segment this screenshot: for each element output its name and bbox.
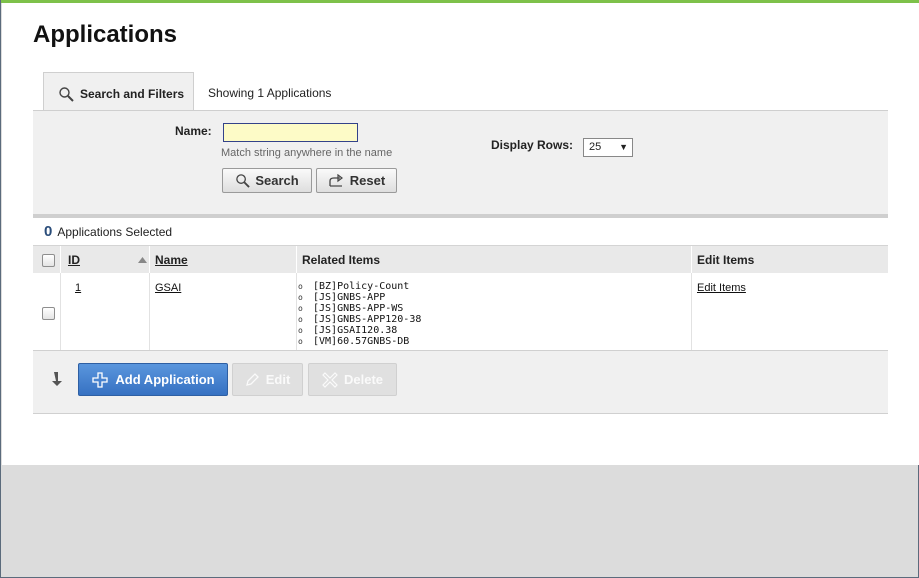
delete-button[interactable]: Delete — [308, 363, 397, 396]
edit-button[interactable]: Edit — [232, 363, 303, 396]
down-arrow-icon — [52, 372, 62, 386]
pencil-icon — [245, 373, 259, 386]
magnifier-icon — [59, 86, 74, 102]
page-title: Applications — [33, 21, 178, 48]
column-header-edit: Edit Items — [697, 253, 755, 267]
display-rows-label: Display Rows: — [491, 138, 574, 152]
selected-count: 0 — [44, 223, 53, 240]
add-application-button[interactable]: Add Application — [78, 363, 228, 396]
row-name-link[interactable]: GSAI — [155, 282, 181, 294]
related-items-list: [BZ]Policy-Count [JS]GNBS-APP [JS]GNBS-A… — [298, 281, 421, 347]
select-all-checkbox[interactable] — [42, 254, 55, 267]
related-item: [JS]GNBS-APP — [298, 292, 421, 303]
column-header-name[interactable]: Name — [155, 246, 188, 274]
row-checkbox[interactable] — [42, 307, 55, 320]
column-divider — [296, 273, 297, 350]
column-divider — [296, 246, 297, 274]
table-header: ID Name Related Items Edit Items — [33, 245, 888, 274]
x-icon — [322, 371, 338, 388]
column-divider — [60, 273, 61, 350]
column-divider — [149, 273, 150, 350]
column-divider — [691, 273, 692, 350]
related-item: [JS]GNBS-APP-WS — [298, 303, 421, 314]
edit-button-label: Edit — [265, 372, 291, 387]
reset-arrow-icon — [329, 173, 343, 187]
tab-search-filters[interactable]: Search and Filters — [43, 72, 194, 114]
column-divider — [60, 246, 61, 274]
search-button-label: Search — [255, 173, 299, 188]
column-header-related: Related Items — [302, 253, 381, 267]
reset-button[interactable]: Reset — [316, 168, 397, 193]
edit-items-link[interactable]: Edit Items — [697, 282, 746, 294]
related-item: [VM]60.57GNBS-DB — [298, 336, 421, 347]
reset-button-label: Reset — [349, 173, 386, 188]
table-row: 1 GSAI [BZ]Policy-Count [JS]GNBS-APP [JS… — [33, 273, 888, 350]
results-count: Showing 1 Applications — [208, 86, 332, 100]
window-frame: Applications Search and Filters Showing … — [0, 0, 919, 578]
related-item: [JS]GNBS-APP120-38 — [298, 314, 421, 325]
related-item: [BZ]Policy-Count — [298, 281, 421, 292]
search-button[interactable]: Search — [222, 168, 312, 193]
name-input[interactable] — [223, 123, 358, 142]
action-bar: Add Application Edit Delete — [33, 350, 888, 414]
selection-summary: 0 Applications Selected — [44, 223, 172, 240]
row-id-link[interactable]: 1 — [75, 282, 81, 294]
related-item: [JS]GSAI120.38 — [298, 325, 421, 336]
add-application-label: Add Application — [115, 372, 215, 387]
display-rows-select[interactable]: 25 ▼ — [583, 138, 633, 157]
name-label: Name: — [175, 124, 212, 138]
column-header-id[interactable]: ID — [68, 246, 80, 274]
selected-label: Applications Selected — [57, 225, 173, 239]
column-divider — [691, 246, 692, 274]
tab-search-filters-label: Search and Filters — [80, 86, 185, 101]
section-divider — [33, 214, 888, 218]
magnifier-icon — [236, 174, 251, 188]
name-hint: Match string anywhere in the name — [221, 147, 393, 159]
column-divider — [149, 246, 150, 274]
plus-icon — [92, 371, 109, 388]
page-content: Applications Search and Filters Showing … — [2, 3, 919, 465]
sort-asc-icon — [138, 257, 147, 263]
filter-panel: Name: Match string anywhere in the name … — [33, 110, 888, 214]
delete-button-label: Delete — [343, 372, 384, 387]
chevron-down-icon: ▼ — [619, 142, 628, 152]
display-rows-value: 25 — [589, 141, 602, 153]
